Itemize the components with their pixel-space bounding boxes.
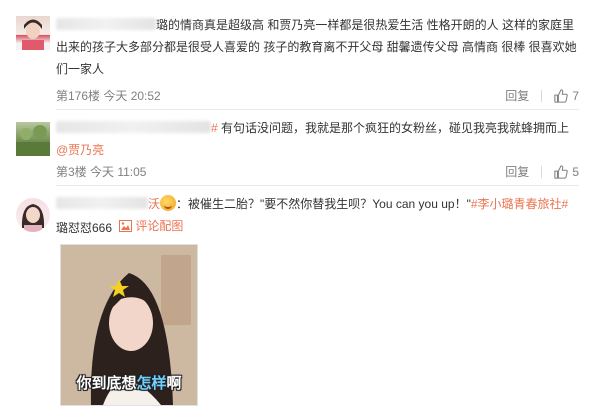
comment-image-thumbnail[interactable]: 你到底想怎样啊	[60, 244, 198, 406]
floor-and-time: 第176楼 今天 20:52	[56, 89, 161, 103]
username-blurred[interactable]	[56, 197, 148, 209]
comment-text: 沃 ：被催生二胎？"要不然你替我生呗？You can you up！"#李小璐青春…	[56, 193, 580, 239]
reply-button[interactable]: 回复	[505, 163, 529, 180]
username-suffix[interactable]: #	[211, 117, 218, 139]
comment-text: # 有句话没问题，我就是那个疯狂的女粉丝，碰见我亮我就蜂拥而上 @贾乃亮	[56, 117, 580, 161]
comment-item: # 有句话没问题，我就是那个疯狂的女粉丝，碰见我亮我就蜂拥而上 @贾乃亮 第3楼…	[0, 110, 597, 186]
smile-emoji-icon	[160, 195, 177, 211]
avatar[interactable]	[16, 198, 50, 232]
avatar-image	[22, 19, 44, 50]
username-blurred[interactable]	[56, 18, 156, 30]
avatar-image	[16, 125, 50, 156]
floor-and-time: 第3楼 今天 11:05	[56, 165, 147, 179]
comment-body: 有句话没问题，我就是那个疯狂的女粉丝，碰见我亮我就蜂拥而上	[221, 121, 570, 135]
comment-actions: 回复 7	[505, 87, 579, 104]
comment-item: 璐的情商真是超级高 和贾乃亮一样都是很热爱生活 性格开朗的人 这样的家庭里出来的…	[0, 0, 597, 110]
comment-actions: 回复 5	[505, 163, 579, 180]
comment-body-continued: 璐怼怼666	[56, 221, 113, 235]
comment-image-link-label: 评论配图	[135, 219, 184, 233]
like-count: 5	[572, 164, 579, 179]
username-suffix[interactable]: 沃	[148, 193, 160, 215]
comment-image-link[interactable]: 评论配图	[119, 215, 183, 237]
thumbs-up-icon	[554, 164, 569, 179]
topic-link[interactable]: #李小璐青春旅社#	[471, 197, 568, 211]
thumbs-up-icon	[554, 88, 569, 103]
like-button[interactable]: 7	[554, 89, 579, 103]
avatar[interactable]	[16, 16, 50, 50]
comment-image-caption: 你到底想怎样啊	[67, 372, 191, 393]
caption-part-a: 你到底想	[76, 374, 137, 392]
caption-part-c: 啊	[166, 374, 182, 392]
comment-body: ：被催生二胎？"要不然你替我生呗？You can you up！"	[176, 197, 471, 211]
comment-text: 璐的情商真是超级高 和贾乃亮一样都是很热爱生活 性格开朗的人 这样的家庭里出来的…	[56, 14, 580, 80]
comment-meta: 第3楼 今天 11:05 回复 5	[56, 163, 579, 183]
image-icon	[119, 220, 133, 232]
avatar[interactable]	[16, 122, 50, 156]
like-count: 7	[572, 88, 579, 103]
like-button[interactable]: 5	[554, 165, 579, 179]
action-divider	[541, 165, 543, 178]
reply-button[interactable]: 回复	[505, 87, 529, 104]
action-divider	[541, 89, 543, 102]
username-blurred[interactable]	[56, 121, 211, 133]
mention-link[interactable]: @贾乃亮	[56, 143, 104, 157]
avatar-image	[21, 204, 45, 232]
comment-meta: 第176楼 今天 20:52 回复 7	[56, 87, 579, 107]
caption-part-b: 怎样	[136, 374, 167, 392]
